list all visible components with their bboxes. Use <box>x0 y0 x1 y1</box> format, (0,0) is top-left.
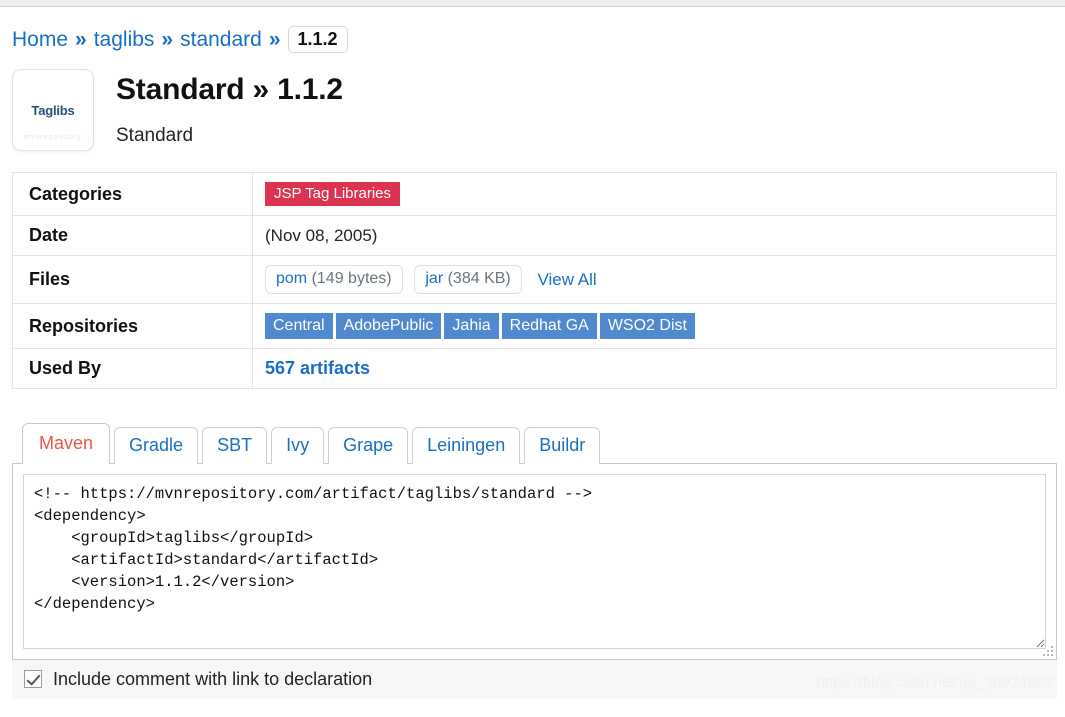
file-chip-jar[interactable]: jar (384 KB) <box>414 265 522 294</box>
row-value-date: (Nov 08, 2005) <box>252 215 1057 256</box>
row-label-used-by: Used By <box>12 348 253 389</box>
include-comment-label[interactable]: Include comment with link to declaration <box>53 669 372 690</box>
file-chip-pom[interactable]: pom (149 bytes) <box>265 265 403 294</box>
table-row-repositories: Repositories Central AdobePublic Jahia Redh… <box>12 302 1057 349</box>
file-size: (149 bytes) <box>311 270 392 287</box>
tab-grape[interactable]: Grape <box>328 427 409 464</box>
repo-badge-redhat-ga[interactable]: Redhat GA <box>501 313 597 340</box>
file-name: jar <box>425 270 444 287</box>
category-badge[interactable]: JSP Tag Libraries <box>265 182 401 206</box>
page-watermark: https://blog.csdn.net/qq_36924683 <box>816 673 1053 691</box>
artifact-header: Taglibs mvnrepository Standard » 1.1.2 S… <box>10 55 1055 151</box>
breadcrumb-item-standard[interactable]: standard <box>180 28 262 52</box>
logo-label: Taglibs <box>31 102 75 118</box>
tab-leiningen[interactable]: Leiningen <box>412 427 521 464</box>
table-row-categories: Categories JSP Tag Libraries <box>12 172 1057 216</box>
row-label-categories: Categories <box>12 172 253 216</box>
table-row-files: Files pom (149 bytes) jar (384 KB) View … <box>12 255 1057 304</box>
repo-badge-wso2-dist[interactable]: WSO2 Dist <box>599 313 695 340</box>
tab-maven[interactable]: Maven <box>22 423 111 464</box>
dependency-snippet-textarea[interactable]: <!-- https://mvnrepository.com/artifact/… <box>23 473 1046 649</box>
repo-badge-jahia[interactable]: Jahia <box>444 313 499 340</box>
release-date: (Nov 08, 2005) <box>265 225 378 245</box>
tab-ivy[interactable]: Ivy <box>271 427 325 464</box>
repo-badge-central[interactable]: Central <box>265 313 333 340</box>
tab-gradle[interactable]: Gradle <box>114 427 199 464</box>
file-name: pom <box>276 270 308 287</box>
artifact-logo: Taglibs mvnrepository <box>12 69 94 151</box>
breadcrumb-version-badge[interactable]: 1.1.2 <box>287 26 348 53</box>
logo-watermark-label: mvnrepository <box>23 134 83 141</box>
row-label-repositories: Repositories <box>12 302 253 349</box>
breadcrumb-separator-icon: » <box>75 27 87 51</box>
tab-panel-maven: <!-- https://mvnrepository.com/artifact/… <box>12 462 1057 660</box>
file-size: (384 KB) <box>447 270 511 287</box>
row-value-repositories: Central AdobePublic Jahia Redhat GA WSO2 Dis… <box>252 302 1057 349</box>
build-tool-tabs: Maven Gradle SBT Ivy Grape Leiningen Bui… <box>12 422 1057 464</box>
table-row-used-by: Used By 567 artifacts <box>12 348 1057 389</box>
tab-buildr[interactable]: Buildr <box>524 427 601 464</box>
used-by-artifacts-link[interactable]: 567 artifacts <box>265 358 370 378</box>
artifact-header-text: Standard » 1.1.2 Standard <box>116 69 343 147</box>
view-all-files-link[interactable]: View All <box>537 270 596 289</box>
table-row-date: Date (Nov 08, 2005) <box>12 215 1057 256</box>
browser-top-strip <box>0 0 1065 7</box>
row-value-files: pom (149 bytes) jar (384 KB) View All <box>252 255 1057 304</box>
repo-badge-adobepublic[interactable]: AdobePublic <box>335 313 442 340</box>
page-content: Home » taglibs » standard » 1.1.2 Taglib… <box>0 7 1065 699</box>
breadcrumb-item-taglibs[interactable]: taglibs <box>94 28 155 52</box>
breadcrumb-separator-icon: » <box>161 27 174 51</box>
tab-sbt[interactable]: SBT <box>202 427 268 464</box>
build-snippet-section: Maven Gradle SBT Ivy Grape Leiningen Bui… <box>12 422 1057 660</box>
row-label-files: Files <box>12 255 253 304</box>
row-value-categories: JSP Tag Libraries <box>253 173 1057 216</box>
breadcrumb-item-home[interactable]: Home <box>12 28 68 52</box>
row-label-date: Date <box>12 215 253 256</box>
breadcrumb: Home » taglibs » standard » 1.1.2 <box>10 7 1055 55</box>
page-title: Standard » 1.1.2 <box>116 73 343 106</box>
include-comment-checkbox[interactable] <box>24 670 42 689</box>
breadcrumb-separator-icon: » <box>268 27 281 51</box>
artifact-info-table: Categories JSP Tag Libraries Date (Nov 0… <box>12 172 1057 390</box>
page-subtitle: Standard <box>116 124 194 146</box>
row-value-used-by: 567 artifacts <box>252 348 1057 389</box>
